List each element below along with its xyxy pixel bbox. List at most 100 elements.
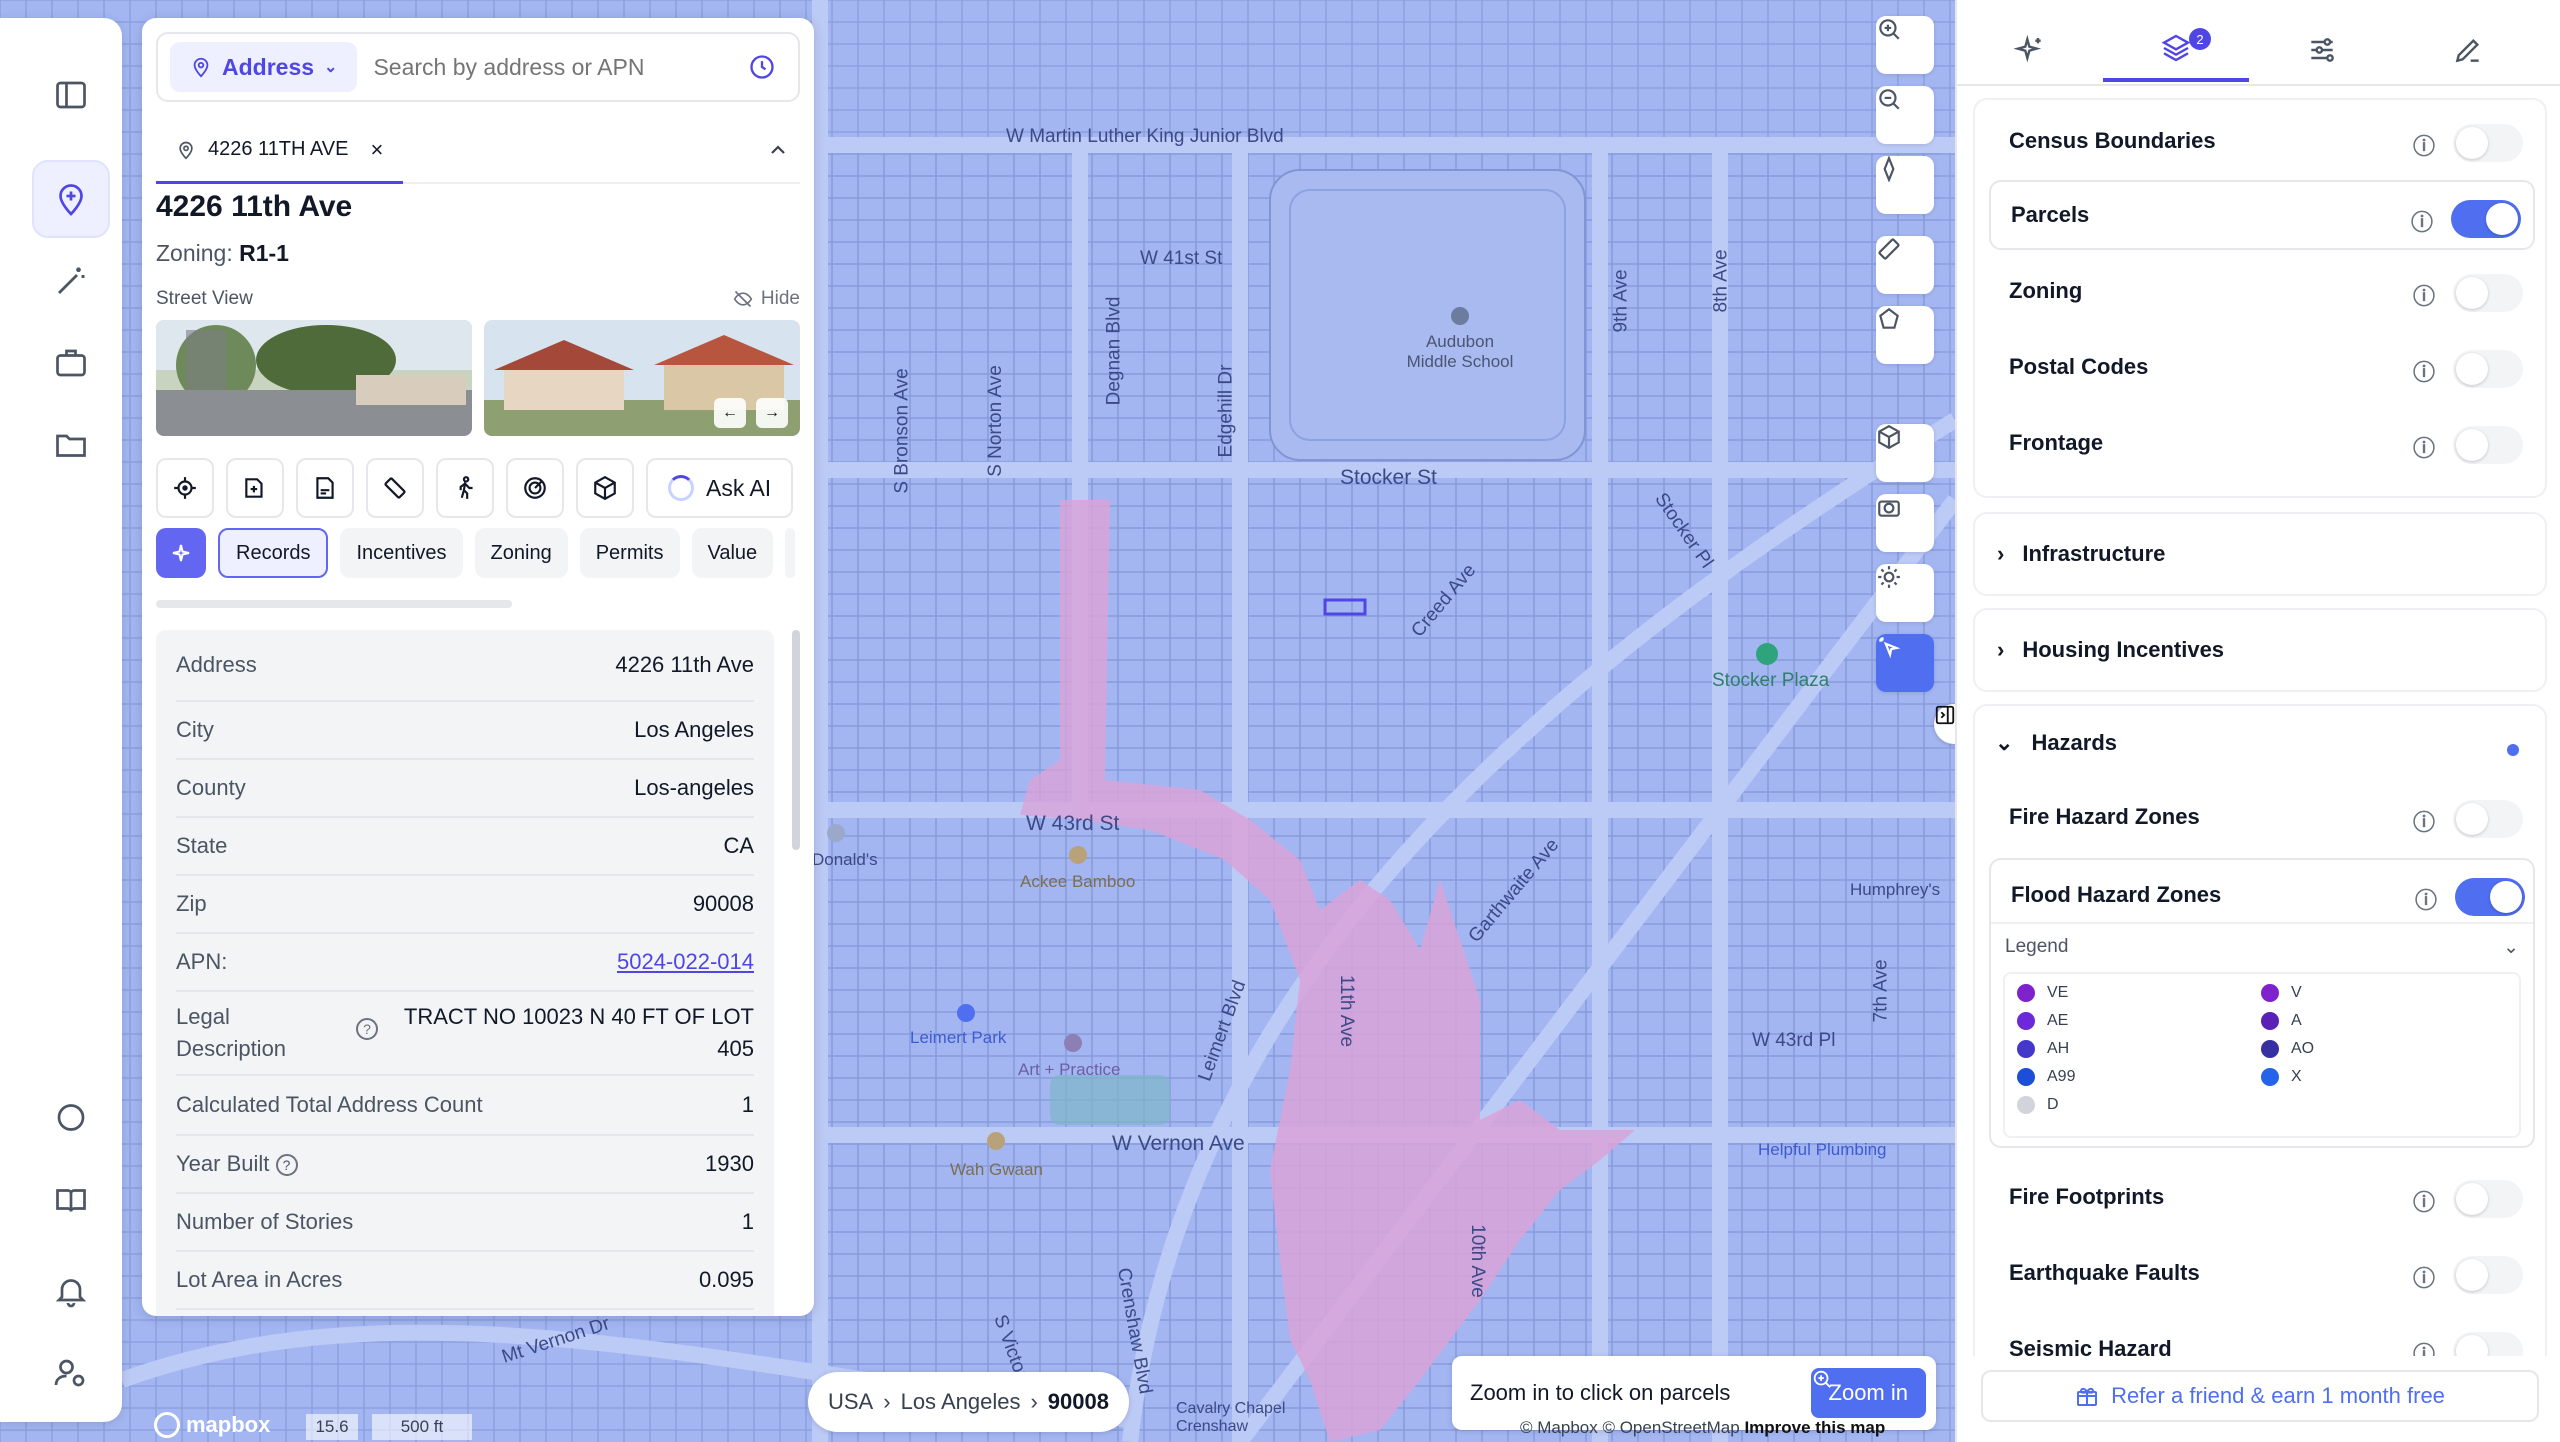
zoom-in-icon: [1813, 1370, 1831, 1388]
help-icon[interactable]: ⓘ: [2413, 1185, 2435, 1217]
zoom-out-icon[interactable]: [1876, 86, 1934, 144]
magic-wand-icon[interactable]: [32, 242, 110, 320]
tab-incentives[interactable]: Incentives: [340, 528, 463, 578]
records-scrollbar[interactable]: [792, 630, 800, 850]
help-icon[interactable]: ⓘ: [2413, 355, 2435, 387]
location-pin-icon[interactable]: [32, 160, 110, 238]
apn-link[interactable]: 5024-022-014: [617, 949, 754, 975]
section-infrastructure[interactable]: › Infrastructure: [1973, 512, 2547, 596]
toggle-fire-footprints[interactable]: [2453, 1180, 2523, 1218]
map-label-vernon: W Vernon Ave: [1112, 1132, 1245, 1155]
help-icon[interactable]: ⓘ: [2413, 279, 2435, 311]
photo-next-icon[interactable]: →: [756, 398, 788, 428]
draw-pen-icon[interactable]: [2395, 18, 2541, 82]
history-clock-icon[interactable]: [748, 53, 776, 81]
help-icon[interactable]: ?: [275, 1154, 298, 1177]
location-breadcrumb: USA › Los Angeles › 90008: [808, 1372, 1129, 1432]
street-view-photo-1[interactable]: [156, 320, 472, 436]
layer-flood-hazard-zones[interactable]: Flood Hazard Zones ⓘ: [1991, 860, 2537, 930]
zoom-in-icon[interactable]: [1876, 16, 1934, 74]
breadcrumb-city[interactable]: Los Angeles: [901, 1389, 1021, 1415]
left-rail: [0, 18, 122, 1422]
layer-earthquake-faults[interactable]: Earthquake Faults ⓘ: [1989, 1238, 2535, 1308]
tabs-scrollbar[interactable]: [156, 600, 512, 608]
walk-score-icon[interactable]: [436, 458, 494, 518]
flood-legend: VE V AE A AH AO A99 X D: [2003, 972, 2521, 1138]
search-input[interactable]: [373, 53, 748, 81]
property-zoning: Zoning: R1-1: [156, 240, 289, 266]
3d-model-icon[interactable]: [576, 458, 634, 518]
tab-permits[interactable]: Permits: [579, 528, 680, 578]
tab-zoning[interactable]: Zoning: [474, 528, 568, 578]
layer-frontage[interactable]: Frontage ⓘ: [1989, 408, 2535, 478]
ai-sparkle-icon[interactable]: [156, 528, 206, 578]
ask-ai-button[interactable]: Ask AI: [646, 458, 794, 518]
breadcrumb-usa[interactable]: USA: [828, 1389, 873, 1415]
zoom-in-button[interactable]: Zoom in: [1810, 1368, 1926, 1418]
help-icon[interactable]: ?: [356, 1018, 378, 1040]
search-mode-dropdown[interactable]: Address ⌄: [170, 42, 358, 92]
section-hazards[interactable]: ⌄ Hazards: [1995, 730, 2117, 756]
layer-fire-footprints[interactable]: Fire Footprints ⓘ: [1989, 1162, 2535, 1232]
help-icon[interactable]: ⓘ: [2415, 883, 2437, 915]
help-icon[interactable]: ⓘ: [2411, 205, 2433, 237]
camera-icon[interactable]: [1876, 494, 1934, 552]
street-view-label: Street View: [156, 288, 253, 309]
add-to-folder-icon[interactable]: [226, 458, 284, 518]
improve-map-link[interactable]: Improve this map: [1744, 1418, 1885, 1437]
toggle-frontage[interactable]: [2453, 426, 2523, 464]
tab-records[interactable]: Records: [218, 528, 329, 578]
folder-icon[interactable]: [32, 406, 110, 484]
radar-icon[interactable]: [506, 458, 564, 518]
chat-support-icon[interactable]: [32, 1080, 110, 1158]
layer-parcels[interactable]: Parcels ⓘ: [1989, 180, 2535, 250]
tab-value[interactable]: Value: [691, 528, 774, 578]
help-icon[interactable]: ⓘ: [2413, 431, 2435, 463]
map-poi-donald: Donald's: [812, 850, 878, 869]
hazards-card: ⌄ Hazards Fire Hazard Zones ⓘ Flood Hazard…: [1973, 704, 2547, 1442]
tab-property[interactable]: 4226 11TH AVE ×: [156, 118, 404, 184]
book-icon[interactable]: [32, 1162, 110, 1240]
layer-census-boundaries[interactable]: Census Boundaries ⓘ: [1989, 106, 2535, 176]
help-icon[interactable]: ⓘ: [2413, 129, 2435, 161]
legend-header[interactable]: Legend ⌄: [1991, 922, 2533, 970]
pdf-report-icon[interactable]: [296, 458, 354, 518]
street-view-photo-2[interactable]: ← →: [484, 320, 800, 436]
layer-postal-codes[interactable]: Postal Codes ⓘ: [1989, 332, 2535, 402]
layers-icon[interactable]: 2: [2103, 18, 2249, 82]
filters-sliders-icon[interactable]: [2249, 18, 2395, 82]
help-icon[interactable]: ⓘ: [2413, 1261, 2435, 1293]
briefcase-icon[interactable]: [32, 324, 110, 402]
measure-ruler-icon[interactable]: [366, 458, 424, 518]
toggle-zoning[interactable]: [2453, 274, 2523, 312]
sun-icon[interactable]: [1876, 564, 1934, 622]
toggle-postal-codes[interactable]: [2453, 350, 2523, 388]
refer-friend-button[interactable]: Refer a friend & earn 1 month free: [1981, 1370, 2539, 1422]
tab-overflow[interactable]: [785, 528, 796, 578]
bell-icon[interactable]: [32, 1252, 110, 1330]
close-icon[interactable]: ×: [370, 137, 383, 163]
toggle-parcels[interactable]: [2451, 200, 2521, 238]
ai-tools-icon[interactable]: [1957, 18, 2103, 82]
draw-polygon-icon[interactable]: [1876, 306, 1934, 364]
section-housing-incentives[interactable]: › Housing Incentives: [1973, 608, 2547, 692]
help-icon[interactable]: ⓘ: [2413, 805, 2435, 837]
layer-fire-hazard-zones[interactable]: Fire Hazard Zones ⓘ: [1989, 782, 2535, 852]
photo-prev-icon[interactable]: ←: [714, 398, 746, 428]
ruler-icon[interactable]: [1876, 236, 1934, 294]
toggle-flood-hazard-zones[interactable]: [2455, 878, 2525, 916]
toggle-census-boundaries[interactable]: [2453, 124, 2523, 162]
user-settings-icon[interactable]: [32, 1334, 110, 1412]
chevron-up-icon[interactable]: [766, 138, 790, 162]
table-row: APN: 5024-022-014: [176, 934, 754, 992]
toggle-fire-hazard-zones[interactable]: [2453, 800, 2523, 838]
table-row: Lot Area in Acres 0.095: [176, 1252, 754, 1310]
target-locate-icon[interactable]: [156, 458, 214, 518]
layer-zoning[interactable]: Zoning ⓘ: [1989, 256, 2535, 326]
toggle-earthquake-faults[interactable]: [2453, 1256, 2523, 1294]
compass-icon[interactable]: [1876, 156, 1934, 214]
hide-street-view-button[interactable]: Hide: [733, 288, 800, 310]
sidebar-toggle-icon[interactable]: [32, 56, 110, 134]
select-cursor-icon[interactable]: [1876, 634, 1934, 692]
3d-cube-icon[interactable]: [1876, 424, 1934, 482]
